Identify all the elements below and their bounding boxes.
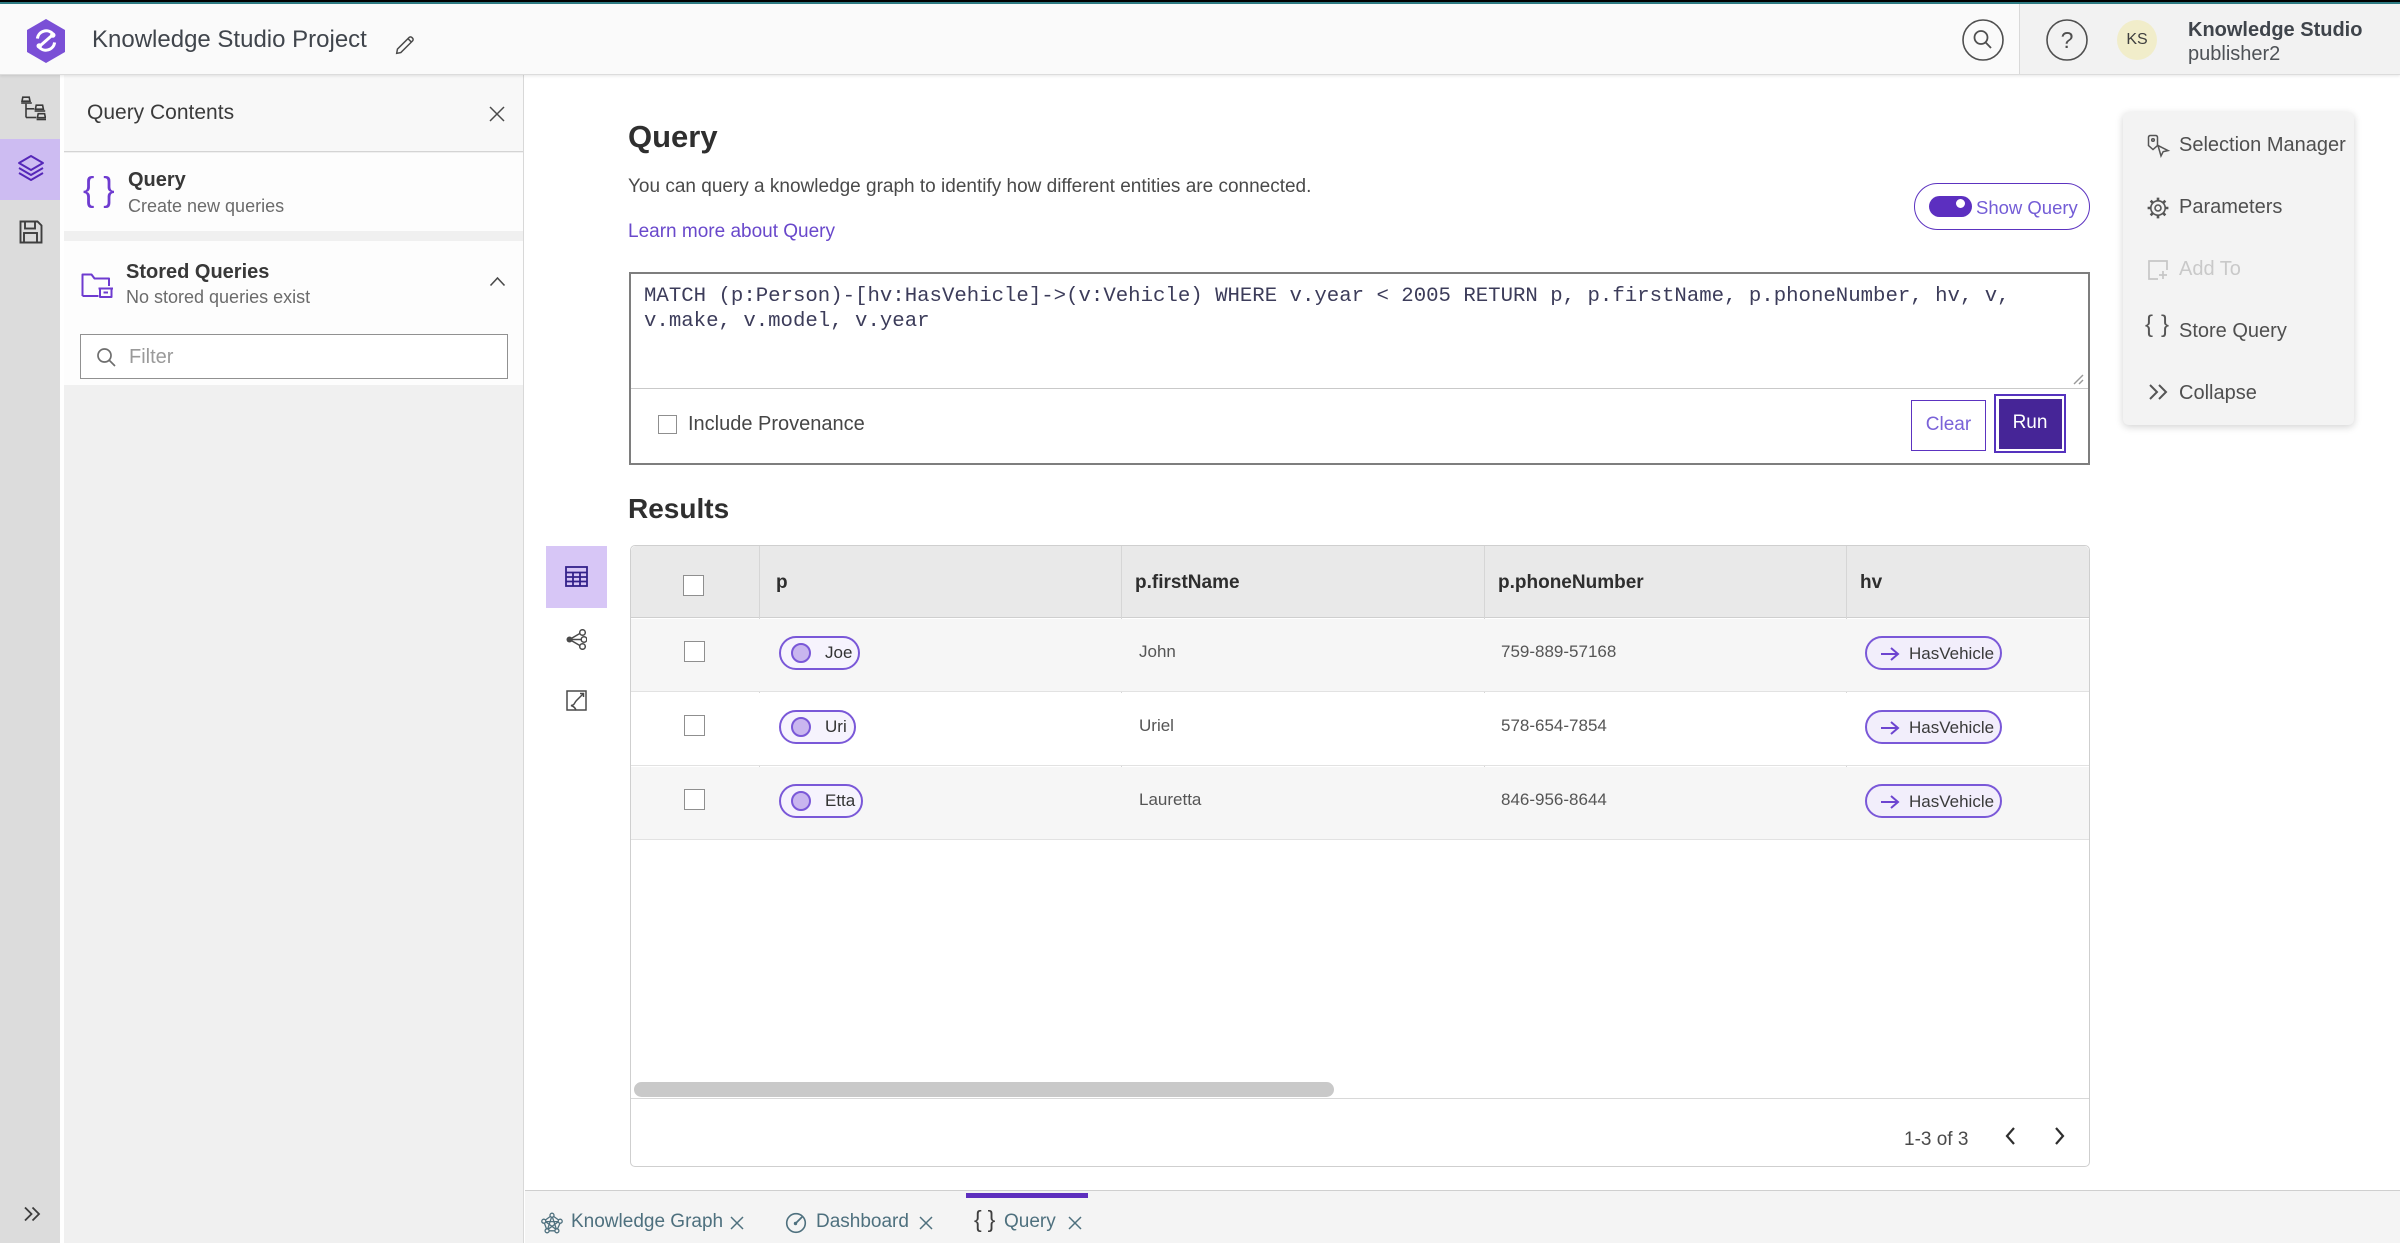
svg-text:?: ? xyxy=(2061,27,2074,53)
